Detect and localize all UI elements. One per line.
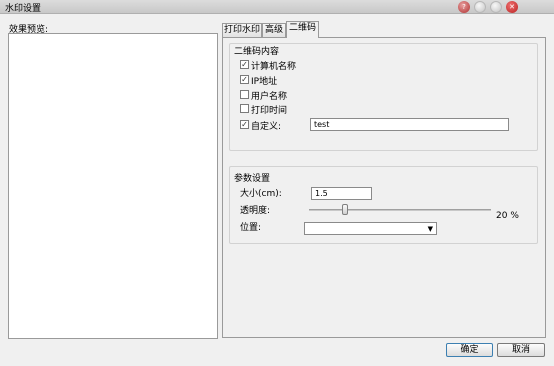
tab-print-watermark[interactable]: 打印水印: [222, 23, 262, 37]
size-input[interactable]: 1.5: [311, 187, 372, 200]
help-icon: ?: [462, 3, 466, 11]
close-icon: ✕: [509, 3, 515, 11]
ok-button[interactable]: 确定: [446, 343, 493, 357]
checkbox-print-time[interactable]: [240, 104, 249, 113]
checkbox-custom[interactable]: ✓: [240, 120, 249, 129]
option-label: 计算机名称: [251, 62, 297, 72]
close-button[interactable]: ✕: [506, 1, 518, 13]
tab-advanced[interactable]: 高级: [262, 23, 286, 37]
maximize-button[interactable]: [490, 1, 502, 13]
size-label: 大小(cm):: [240, 189, 282, 199]
option-label: 自定义:: [251, 122, 282, 132]
opacity-slider-handle[interactable]: [342, 204, 348, 215]
tab-qrcode[interactable]: 二维码: [286, 21, 319, 38]
custom-text-input[interactable]: test: [310, 118, 509, 131]
opacity-value: 20 %: [496, 211, 519, 221]
dropdown-arrow-icon: ▼: [427, 225, 433, 233]
option-label: IP地址: [251, 77, 278, 87]
checkbox-ip-address[interactable]: ✓: [240, 75, 249, 84]
checkbox-user-name[interactable]: [240, 90, 249, 99]
title-bar: 水印设置 ? ✕: [0, 0, 554, 14]
option-label: 打印时间: [251, 106, 288, 116]
opacity-label: 透明度:: [240, 206, 271, 216]
minimize-icon: [475, 2, 485, 12]
cancel-button[interactable]: 取消: [497, 343, 545, 357]
minimize-button[interactable]: [474, 1, 486, 13]
opacity-slider[interactable]: [309, 209, 491, 211]
help-button[interactable]: ?: [458, 1, 470, 13]
preview-area: [8, 33, 218, 339]
window-title: 水印设置: [5, 4, 42, 14]
params-title: 参数设置: [234, 174, 271, 184]
option-label: 用户名称: [251, 92, 288, 102]
position-label: 位置:: [240, 223, 262, 233]
position-select[interactable]: ▼: [304, 222, 437, 235]
maximize-icon: [491, 2, 501, 12]
checkbox-computer-name[interactable]: ✓: [240, 60, 249, 69]
qrcode-content-title: 二维码内容: [234, 47, 280, 57]
